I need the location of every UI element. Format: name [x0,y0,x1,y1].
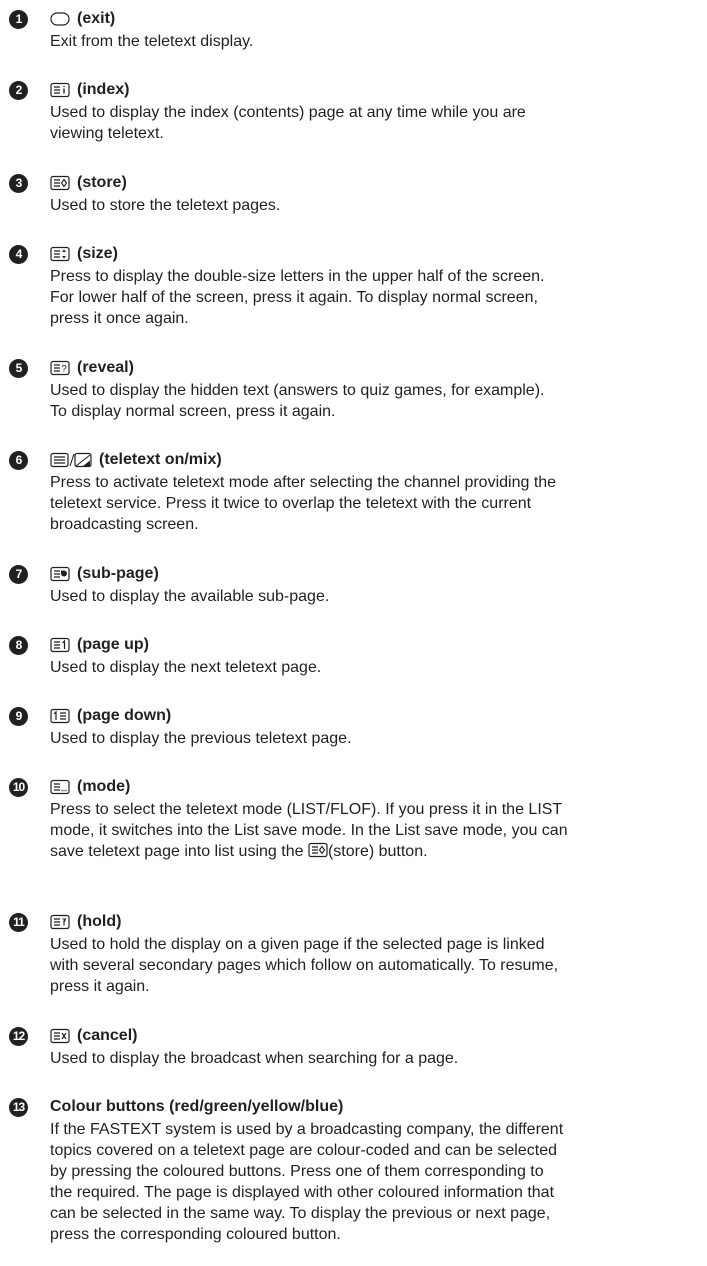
item-title: (mode) [77,778,131,795]
item-description: Used to display the next teletext page. [50,659,322,676]
item-title: (size) [77,245,118,262]
size-icon [50,246,70,262]
item-title: (exit) [77,10,116,27]
item-description: Used to display the index (contents) pag… [50,104,526,142]
list-item: 2 (index) Used to display the index (con… [0,79,707,144]
item-description: Used to display the hidden text (answers… [50,382,545,420]
item-number-badge: 2 [9,80,28,100]
item-number-badge: 9 [9,706,28,726]
list-item: 6 (teletext on/mix) Press to activate te… [0,449,707,535]
item-title: (index) [77,81,130,98]
list-item: 5 ? (reveal) Used to display the hidden … [0,357,707,422]
item-title: (cancel) [77,1027,138,1044]
page-down-icon [50,708,70,724]
teletext-button-list: 1 (exit) Exit from the teletext display.… [0,0,707,1266]
item-number-badge: 4 [9,244,28,264]
list-item: 9 (page down) Used to display the previo… [0,705,707,749]
item-number-badge: 11 [9,912,28,932]
item-title: Colour buttons (red/green/yellow/blue) [50,1098,344,1115]
item-title: (teletext on/mix) [99,451,222,468]
list-item: 13 Colour buttons (red/green/yellow/blue… [0,1096,707,1245]
item-description: Exit from the teletext display. [50,33,254,50]
item-description-tail: (store) button. [327,843,428,860]
item-title: (hold) [77,913,122,930]
item-number-badge: 7 [9,564,28,584]
item-description: If the FASTEXT system is used by a broad… [50,1121,564,1243]
exit-icon [50,11,70,27]
item-description: Used to display the previous teletext pa… [50,730,352,747]
index-icon [50,82,70,98]
list-item: 8 (page up) Used to display the next tel… [0,634,707,678]
list-item: 7 (sub-page) Used to display the availab… [0,563,707,607]
store-icon [308,842,328,858]
list-item: 10 (mode) Press to select the teletext m… [0,776,707,862]
cancel-icon [50,1028,70,1044]
list-item: 4 (size) Press to display the double-siz… [0,243,707,329]
teletext-mix-icon [50,452,92,468]
item-title: (page down) [77,707,172,724]
item-description: Press to select the teletext mode (LIST/… [50,799,700,862]
list-item: 3 (store) Used to store the teletext pag… [0,172,707,216]
list-item: 1 (exit) Exit from the teletext display. [0,8,707,52]
item-description: Used to hold the display on a given page… [50,936,559,995]
item-number-badge: 10 [9,777,28,797]
item-description: Press to display the double-size letters… [50,268,545,327]
item-number-badge: 8 [9,635,28,655]
item-title: (sub-page) [77,565,159,582]
item-number-badge: 12 [9,1026,28,1046]
item-description: Used to display the broadcast when searc… [50,1050,459,1067]
item-number-badge: 5 [9,358,28,378]
item-description: Press to activate teletext mode after se… [50,474,557,533]
item-description: Used to display the available sub-page. [50,588,330,605]
item-number-badge: 3 [9,173,28,193]
sub-page-icon [50,566,70,582]
list-item: 11 (hold) Used to hold the display on a … [0,911,707,997]
hold-icon [50,914,70,930]
page-up-icon [50,637,70,653]
item-description: Used to store the teletext pages. [50,197,281,214]
item-title: (store) [77,174,127,191]
item-number-badge: 6 [9,450,28,470]
reveal-icon: ? [50,360,70,376]
svg-text:?: ? [61,364,67,375]
item-number-badge: 13 [9,1097,28,1117]
mode-icon [50,779,70,795]
list-item: 12 (cancel) Used to display the broadcas… [0,1025,707,1069]
item-number-badge: 1 [9,9,28,29]
store-icon [50,175,70,191]
item-title: (reveal) [77,359,134,376]
item-title: (page up) [77,636,149,653]
